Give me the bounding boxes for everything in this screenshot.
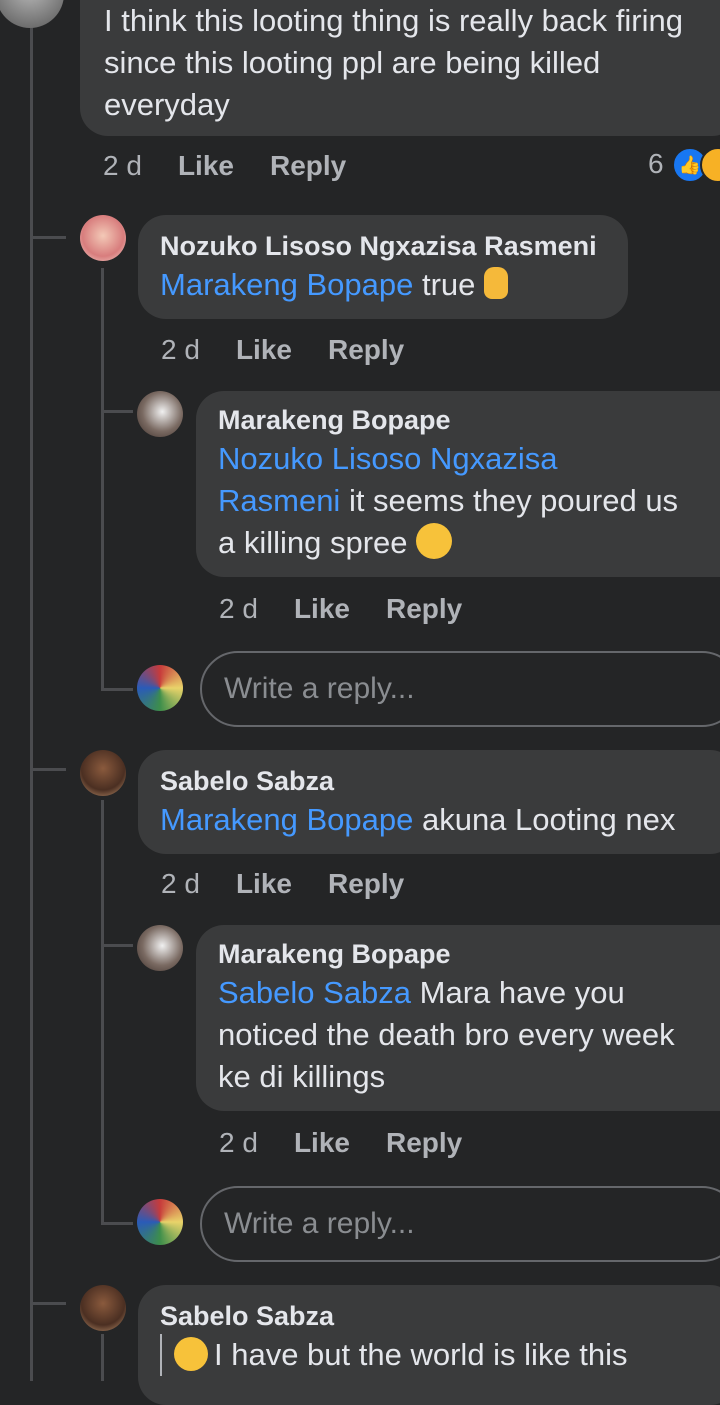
like-button[interactable]: Like	[294, 593, 350, 624]
pensive-face-icon	[174, 1337, 208, 1371]
avatar[interactable]	[80, 750, 126, 796]
mention-link[interactable]: Marakeng Bopape	[160, 802, 413, 837]
reply-actions: 2 d Like Reply	[219, 593, 498, 625]
thread-branch-3	[30, 1302, 66, 1305]
thread-line-sub-3	[101, 1334, 104, 1381]
reply-text-body: I have but the world is like this	[214, 1337, 628, 1372]
reply-text-body: it seems they poured us	[340, 483, 679, 518]
mention-link[interactable]: Rasmeni	[218, 483, 340, 518]
reply-bubble: Marakeng Bopape Sabelo Sabza Mara have y…	[196, 925, 720, 1111]
like-button[interactable]: Like	[178, 150, 234, 181]
comment-bubble: I think this looting thing is really bac…	[80, 0, 720, 136]
reaction-summary[interactable]: 6	[648, 148, 664, 180]
reply-text-body: ke di killings	[218, 1059, 386, 1094]
reply-text-body: noticed the death bro every week	[218, 1017, 675, 1052]
reaction-count: 6	[648, 148, 664, 179]
reply-text: Marakeng Bopape akuna Looting nex	[160, 799, 716, 841]
reply-time[interactable]: 2 d	[161, 334, 200, 365]
reply-input[interactable]: Write a reply...	[200, 1186, 720, 1262]
reply-author[interactable]: Nozuko Lisoso Ngxazisa Rasmeni	[160, 231, 606, 262]
thread-line-main	[30, 0, 33, 1381]
reply-text-body: a killing spree	[218, 525, 408, 560]
thread-line-sub-2-branch-a	[101, 944, 133, 947]
reply-author[interactable]: Sabelo Sabza	[160, 766, 716, 797]
reply-actions: 2 d Like Reply	[161, 868, 440, 900]
comment-actions: 2 d Like Reply	[103, 150, 382, 182]
reply-time[interactable]: 2 d	[219, 593, 258, 624]
avatar	[137, 665, 183, 711]
reply-time[interactable]: 2 d	[219, 1127, 258, 1158]
avatar[interactable]	[137, 391, 183, 437]
crossed-fingers-icon	[484, 267, 508, 299]
reply-bubble: Marakeng Bopape Nozuko Lisoso Ngxazisa R…	[196, 391, 720, 577]
like-button[interactable]: Like	[294, 1127, 350, 1158]
crying-face-icon	[416, 523, 453, 559]
reply-author[interactable]: Marakeng Bopape	[218, 405, 720, 436]
reply-actions: 2 d Like Reply	[161, 334, 440, 366]
reply-time[interactable]: 2 d	[161, 868, 200, 899]
reply-author[interactable]: Marakeng Bopape	[218, 939, 720, 970]
thread-line-sub-2-branch-b	[101, 1222, 133, 1225]
reply-button[interactable]: Reply	[386, 593, 462, 624]
like-button[interactable]: Like	[236, 334, 292, 365]
thread-branch-2	[30, 768, 66, 771]
reply-text: Marakeng Bopape true	[160, 264, 606, 306]
avatar[interactable]	[0, 0, 64, 28]
thread-line-sub-2	[101, 800, 104, 1224]
reply-actions: 2 d Like Reply	[219, 1127, 498, 1159]
avatar[interactable]	[137, 925, 183, 971]
thread-line-sub-1	[101, 268, 104, 688]
reply-bubble: Sabelo Sabza I have but the world is lik…	[138, 1285, 720, 1405]
reply-text: Sabelo Sabza Mara have you noticed the d…	[218, 972, 720, 1098]
reply-button[interactable]: Reply	[386, 1127, 462, 1158]
comment-text: I think this looting thing is really bac…	[104, 3, 683, 122]
reply-button[interactable]: Reply	[328, 868, 404, 899]
mention-link[interactable]: Sabelo Sabza	[218, 975, 411, 1010]
avatar[interactable]	[80, 1285, 126, 1331]
reply-button[interactable]: Reply	[270, 150, 346, 181]
like-button[interactable]: Like	[236, 868, 292, 899]
avatar	[137, 1199, 183, 1245]
thread-branch-1	[30, 236, 66, 239]
reply-text-body: akuna Looting nex	[413, 802, 676, 837]
reply-author[interactable]: Sabelo Sabza	[160, 1301, 716, 1332]
avatar[interactable]	[80, 215, 126, 261]
reply-input[interactable]: Write a reply...	[200, 651, 720, 727]
thread-line-sub-1-branch-a	[101, 410, 133, 413]
reply-bubble: Nozuko Lisoso Ngxazisa Rasmeni Marakeng …	[138, 215, 628, 319]
reply-text-body: true	[413, 267, 476, 302]
thread-line-sub-1-branch-b	[101, 688, 133, 691]
comment-time[interactable]: 2 d	[103, 150, 142, 181]
mention-link[interactable]: Nozuko Lisoso Ngxazisa	[218, 438, 720, 480]
reply-bubble: Sabelo Sabza Marakeng Bopape akuna Looti…	[138, 750, 720, 854]
reply-text-body: Mara have you	[411, 975, 625, 1010]
reply-text: I have but the world is like this	[160, 1334, 716, 1376]
mention-link[interactable]: Marakeng Bopape	[160, 267, 413, 302]
reply-text: Nozuko Lisoso Ngxazisa Rasmeni it seems …	[218, 438, 720, 564]
reply-button[interactable]: Reply	[328, 334, 404, 365]
